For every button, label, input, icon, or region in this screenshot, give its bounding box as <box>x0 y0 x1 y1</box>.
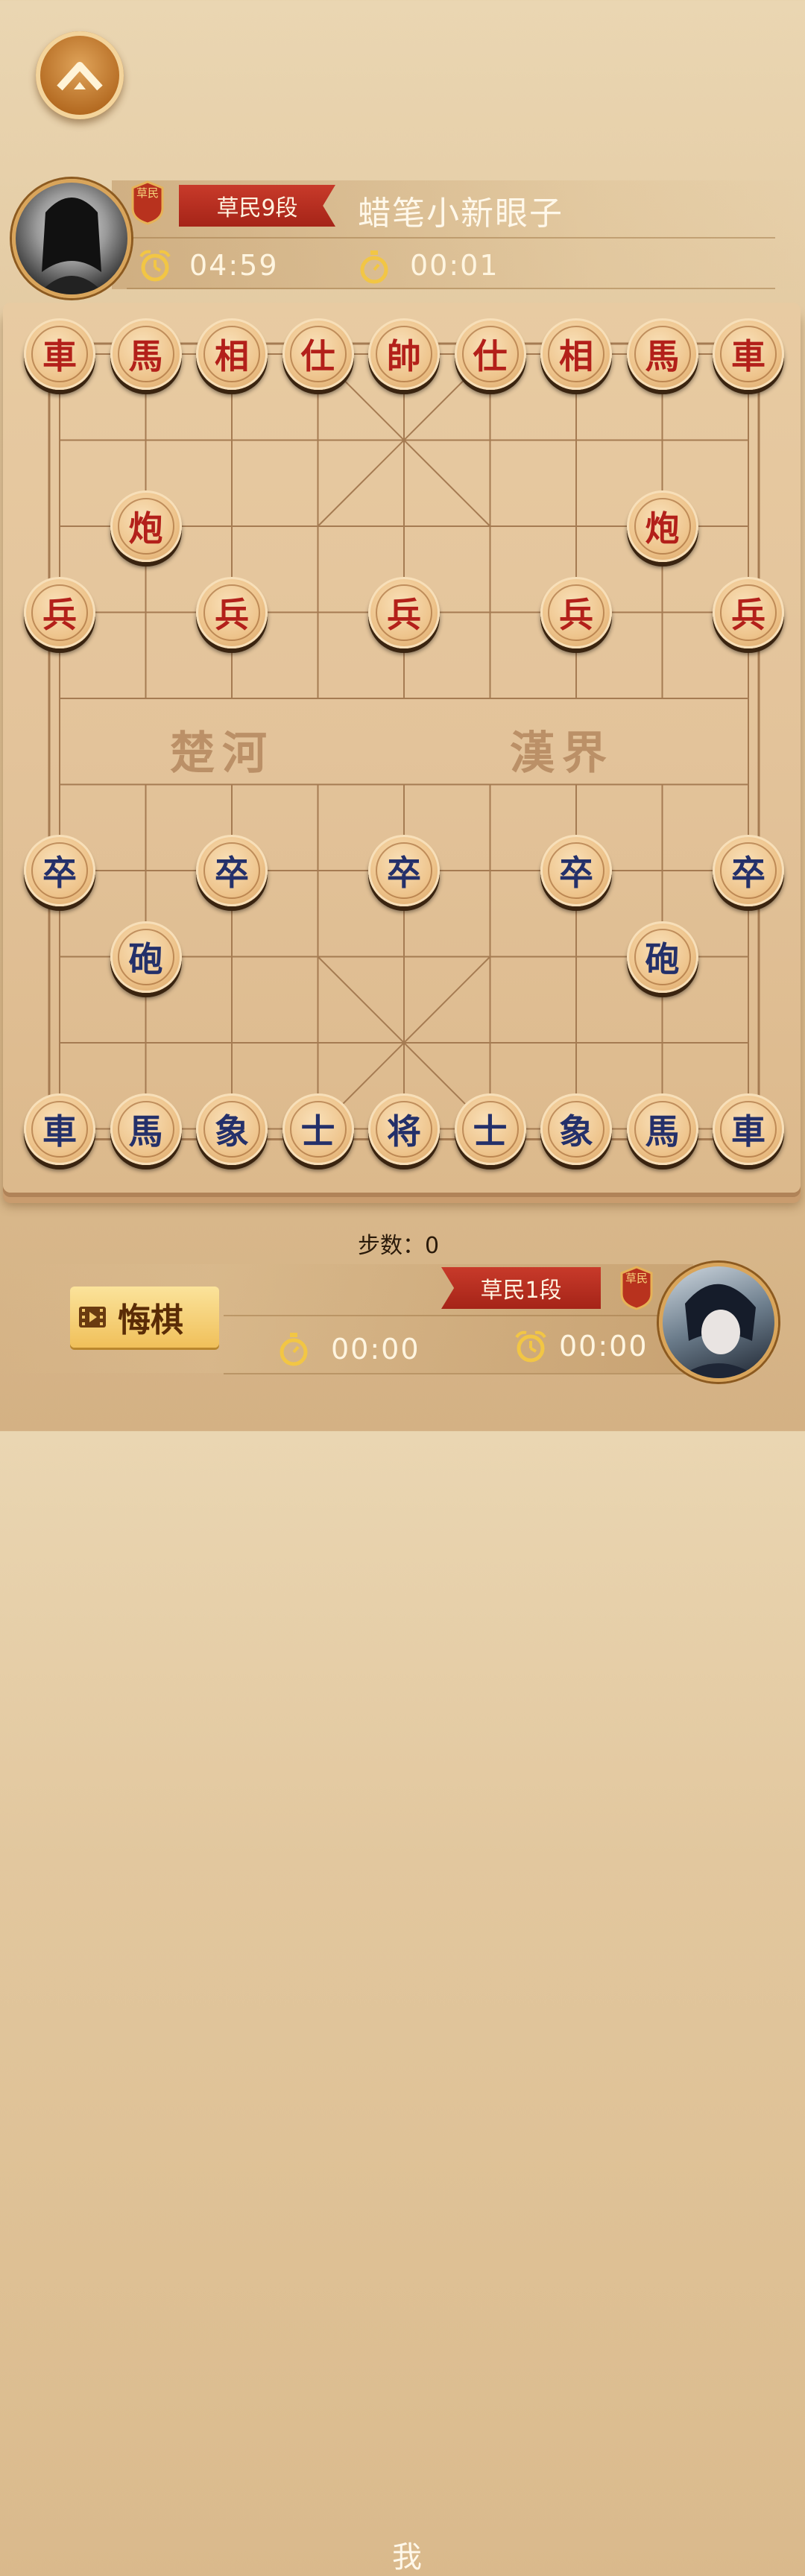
river-left-text: 楚河 <box>170 727 274 780</box>
red-piece[interactable]: 仕 <box>282 318 354 390</box>
piece-label: 車 <box>42 336 77 376</box>
opponent-name: 蜡笔小新眼子 <box>358 195 564 233</box>
red-soldier-piece[interactable]: 兵 <box>196 576 268 648</box>
red-piece[interactable]: 車 <box>24 318 95 390</box>
blue-cannon-piece[interactable]: 砲 <box>110 921 182 993</box>
piece-label: 兵 <box>42 594 77 635</box>
stopwatch-icon <box>280 1333 308 1366</box>
red-piece[interactable]: 帥 <box>368 318 440 390</box>
piece-label: 仕 <box>473 336 508 376</box>
blue-piece[interactable]: 車 <box>24 1093 95 1165</box>
piece-label: 相 <box>215 336 249 376</box>
me-label: 我 <box>392 2540 422 2575</box>
piece-label: 象 <box>559 1111 593 1152</box>
piece-label: 仕 <box>300 336 335 376</box>
piece-label: 砲 <box>128 938 163 979</box>
piece-label: 士 <box>300 1111 335 1152</box>
piece-label: 馬 <box>645 1111 680 1152</box>
red-piece[interactable]: 相 <box>196 318 268 390</box>
blue-piece[interactable]: 車 <box>713 1093 784 1165</box>
piece-label: 帥 <box>387 336 421 376</box>
my-rank-badge-text: 草民 <box>625 1272 648 1285</box>
piece-label: 馬 <box>128 1111 163 1152</box>
blue-soldier-piece[interactable]: 卒 <box>368 835 440 906</box>
piece-label: 兵 <box>731 594 765 635</box>
piece-label: 炮 <box>128 508 163 549</box>
blue-cannon-piece[interactable]: 砲 <box>626 921 698 993</box>
my-avatar[interactable] <box>659 1263 778 1382</box>
piece-label: 兵 <box>387 594 421 635</box>
piece-label: 卒 <box>559 853 593 893</box>
board-grid <box>48 342 760 1140</box>
red-piece[interactable]: 相 <box>540 318 612 390</box>
blue-piece[interactable]: 馬 <box>110 1093 182 1165</box>
blue-piece[interactable]: 士 <box>454 1093 526 1165</box>
rank-badge-icon: 草民 <box>131 180 164 225</box>
opponent-rank: 草民9段 <box>179 185 335 227</box>
blue-piece[interactable]: 象 <box>540 1093 612 1165</box>
alarm-clock-icon <box>139 250 171 282</box>
piece-label: 車 <box>42 1111 77 1152</box>
piece-label: 兵 <box>215 594 249 635</box>
step-counter: 步数：0 <box>358 1233 440 1259</box>
piece-label: 馬 <box>128 336 163 376</box>
collapse-button[interactable] <box>36 31 124 119</box>
piece-label: 卒 <box>387 853 421 893</box>
piece-label: 卒 <box>215 853 249 893</box>
red-soldier-piece[interactable]: 兵 <box>713 576 784 648</box>
chevron-up-icon <box>57 62 103 91</box>
undo-button[interactable]: 悔棋 <box>70 1287 219 1348</box>
piece-label: 将 <box>387 1111 421 1152</box>
my-rank: 草民1段 <box>441 1267 601 1309</box>
red-soldier-piece[interactable]: 兵 <box>540 576 612 648</box>
undo-label: 悔棋 <box>118 1301 183 1339</box>
rank-badge-text: 草民 <box>136 186 159 200</box>
piece-label: 相 <box>559 336 593 376</box>
red-piece[interactable]: 馬 <box>110 318 182 390</box>
blue-piece[interactable]: 将 <box>368 1093 440 1165</box>
red-piece[interactable]: 車 <box>713 318 784 390</box>
opponent-bar: 草民 草民9段 蜡笔小新眼子 04:59 00:01 <box>0 179 805 298</box>
my-total-time: 00:00 <box>559 1330 648 1363</box>
river-right-text: 漢界 <box>510 727 614 780</box>
blue-soldier-piece[interactable]: 卒 <box>713 835 784 906</box>
piece-label: 卒 <box>42 853 77 893</box>
stopwatch-icon <box>360 250 388 284</box>
piece-label: 象 <box>215 1111 249 1152</box>
piece-label: 馬 <box>645 336 680 376</box>
blue-soldier-piece[interactable]: 卒 <box>196 835 268 906</box>
alarm-clock-icon <box>515 1330 546 1363</box>
piece-label: 士 <box>473 1111 508 1152</box>
xiangqi-board[interactable]: 楚河 漢界 <box>3 303 801 1193</box>
my-rank-badge-icon: 草民 <box>620 1266 653 1310</box>
red-cannon-piece[interactable]: 炮 <box>110 490 182 562</box>
piece-label: 炮 <box>645 508 680 549</box>
piece-label: 兵 <box>559 594 593 635</box>
opponent-move-time: 00:01 <box>410 249 499 282</box>
opponent-avatar[interactable] <box>12 179 131 298</box>
video-film-icon <box>79 1307 106 1328</box>
piece-label: 砲 <box>645 938 680 979</box>
blue-piece[interactable]: 士 <box>282 1093 354 1165</box>
red-soldier-piece[interactable]: 兵 <box>368 576 440 648</box>
red-piece[interactable]: 馬 <box>626 318 698 390</box>
red-piece[interactable]: 仕 <box>454 318 526 390</box>
red-cannon-piece[interactable]: 炮 <box>626 490 698 562</box>
blue-soldier-piece[interactable]: 卒 <box>540 835 612 906</box>
piece-label: 車 <box>731 336 765 376</box>
opponent-total-time: 04:59 <box>189 249 279 282</box>
blue-soldier-piece[interactable]: 卒 <box>24 835 95 906</box>
red-soldier-piece[interactable]: 兵 <box>24 576 95 648</box>
my-move-time: 00:00 <box>331 1333 420 1366</box>
blue-piece[interactable]: 馬 <box>626 1093 698 1165</box>
piece-label: 車 <box>731 1111 765 1152</box>
piece-label: 卒 <box>731 853 765 893</box>
blue-piece[interactable]: 象 <box>196 1093 268 1165</box>
